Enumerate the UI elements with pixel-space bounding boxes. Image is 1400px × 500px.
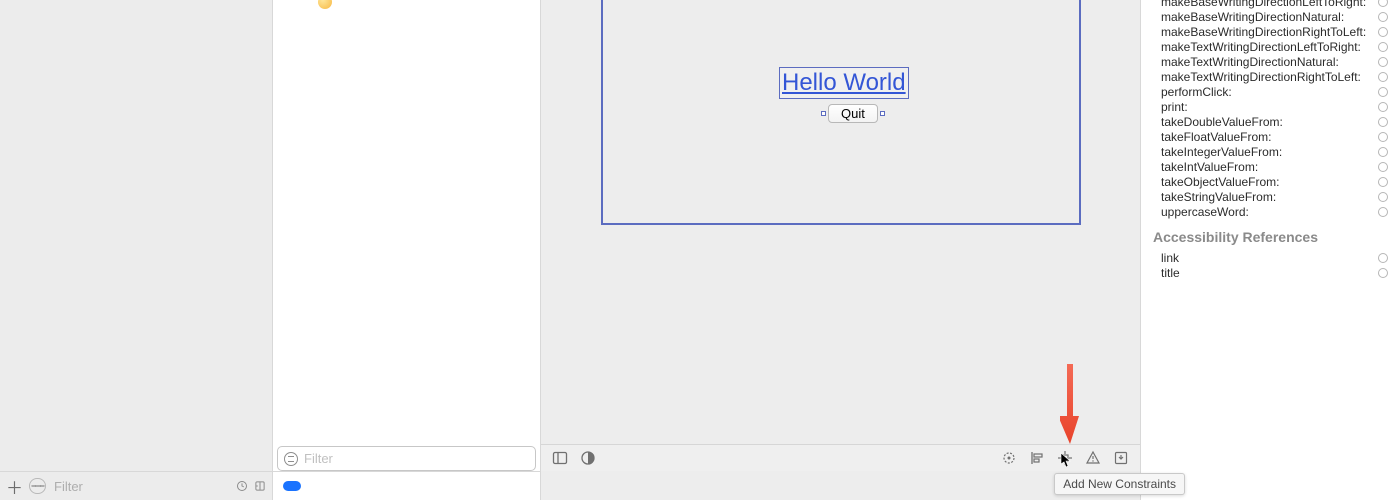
action-row[interactable]: print: — [1141, 99, 1400, 114]
recent-icon[interactable] — [236, 478, 248, 494]
connection-outlet[interactable] — [1378, 57, 1388, 67]
scope-toggle[interactable] — [29, 478, 46, 494]
connection-outlet[interactable] — [1378, 162, 1388, 172]
accessibility-references-header: Accessibility References — [1141, 219, 1400, 250]
constraints-tooltip: Add New Constraints — [1054, 473, 1185, 495]
quit-button-selection[interactable]: Quit — [821, 104, 885, 123]
accessibility-ref-row[interactable]: title — [1141, 265, 1400, 280]
connection-outlet[interactable] — [1378, 0, 1388, 7]
action-row[interactable]: takeIntValueFrom: — [1141, 159, 1400, 174]
resize-handle-left[interactable] — [821, 111, 826, 116]
outline-filter-input[interactable] — [304, 451, 529, 466]
resolve-issues-icon[interactable] — [1084, 449, 1102, 467]
accessibility-ref-row[interactable]: link — [1141, 250, 1400, 265]
action-row[interactable]: makeBaseWritingDirectionRightToLeft: — [1141, 24, 1400, 39]
appearance-icon[interactable] — [579, 449, 597, 467]
quit-button[interactable]: Quit — [828, 104, 878, 123]
outline-filter-bar — [277, 446, 536, 471]
panel-toggle-icon[interactable] — [551, 449, 569, 467]
interface-builder-canvas[interactable]: Hello World Quit — [541, 0, 1141, 500]
connection-outlet[interactable] — [1378, 268, 1388, 278]
connection-outlet[interactable] — [1378, 87, 1388, 97]
connection-outlet[interactable] — [1378, 192, 1388, 202]
action-row[interactable]: makeTextWritingDirectionRightToLeft: — [1141, 69, 1400, 84]
connection-outlet[interactable] — [1378, 177, 1388, 187]
action-row[interactable]: takeStringValueFrom: — [1141, 189, 1400, 204]
connection-outlet[interactable] — [1378, 42, 1388, 52]
filter-icon — [284, 452, 298, 466]
document-outline-panel — [273, 0, 541, 500]
action-row[interactable]: takeFloatValueFrom: — [1141, 129, 1400, 144]
action-row[interactable]: makeBaseWritingDirectionNatural: — [1141, 9, 1400, 24]
connection-outlet[interactable] — [1378, 132, 1388, 142]
connection-outlet[interactable] — [1378, 72, 1388, 82]
hello-world-label[interactable]: Hello World — [779, 67, 909, 99]
connection-outlet[interactable] — [1378, 207, 1388, 217]
update-frames-icon[interactable] — [1000, 449, 1018, 467]
navigator-panel: ＋ — [0, 0, 273, 500]
inspector-panel: makeBaseWritingDirectionLeftToRight: mak… — [1141, 0, 1400, 500]
action-row[interactable]: performClick: — [1141, 84, 1400, 99]
canvas-bottom-bar — [541, 444, 1140, 471]
outline-item-icon — [318, 0, 332, 9]
cursor-icon — [1060, 452, 1072, 468]
connection-outlet[interactable] — [1378, 117, 1388, 127]
action-row[interactable]: takeDoubleValueFrom: — [1141, 114, 1400, 129]
action-row[interactable]: makeBaseWritingDirectionLeftToRight: — [1141, 0, 1400, 9]
selection-indicator — [283, 481, 301, 491]
navigator-filter-input[interactable] — [52, 479, 230, 494]
navigator-filter-bar: ＋ — [0, 471, 272, 500]
connection-outlet[interactable] — [1378, 147, 1388, 157]
annotation-arrow — [1060, 364, 1080, 444]
action-row[interactable]: makeTextWritingDirectionNatural: — [1141, 54, 1400, 69]
add-button[interactable]: ＋ — [6, 474, 23, 499]
action-row[interactable]: uppercaseWord: — [1141, 204, 1400, 219]
outline-status-bar — [273, 471, 540, 500]
scm-icon[interactable] — [254, 478, 266, 494]
connection-outlet[interactable] — [1378, 12, 1388, 22]
connection-outlet[interactable] — [1378, 102, 1388, 112]
align-icon[interactable] — [1028, 449, 1046, 467]
view-controller-frame[interactable]: Hello World Quit — [601, 0, 1081, 225]
action-row[interactable]: makeTextWritingDirectionLeftToRight: — [1141, 39, 1400, 54]
connection-outlet[interactable] — [1378, 253, 1388, 263]
resize-handle-right[interactable] — [880, 111, 885, 116]
embed-in-icon[interactable] — [1112, 449, 1130, 467]
action-row[interactable]: takeIntegerValueFrom: — [1141, 144, 1400, 159]
action-row[interactable]: takeObjectValueFrom: — [1141, 174, 1400, 189]
sent-actions-list: makeBaseWritingDirectionLeftToRight: mak… — [1141, 0, 1400, 219]
connection-outlet[interactable] — [1378, 27, 1388, 37]
